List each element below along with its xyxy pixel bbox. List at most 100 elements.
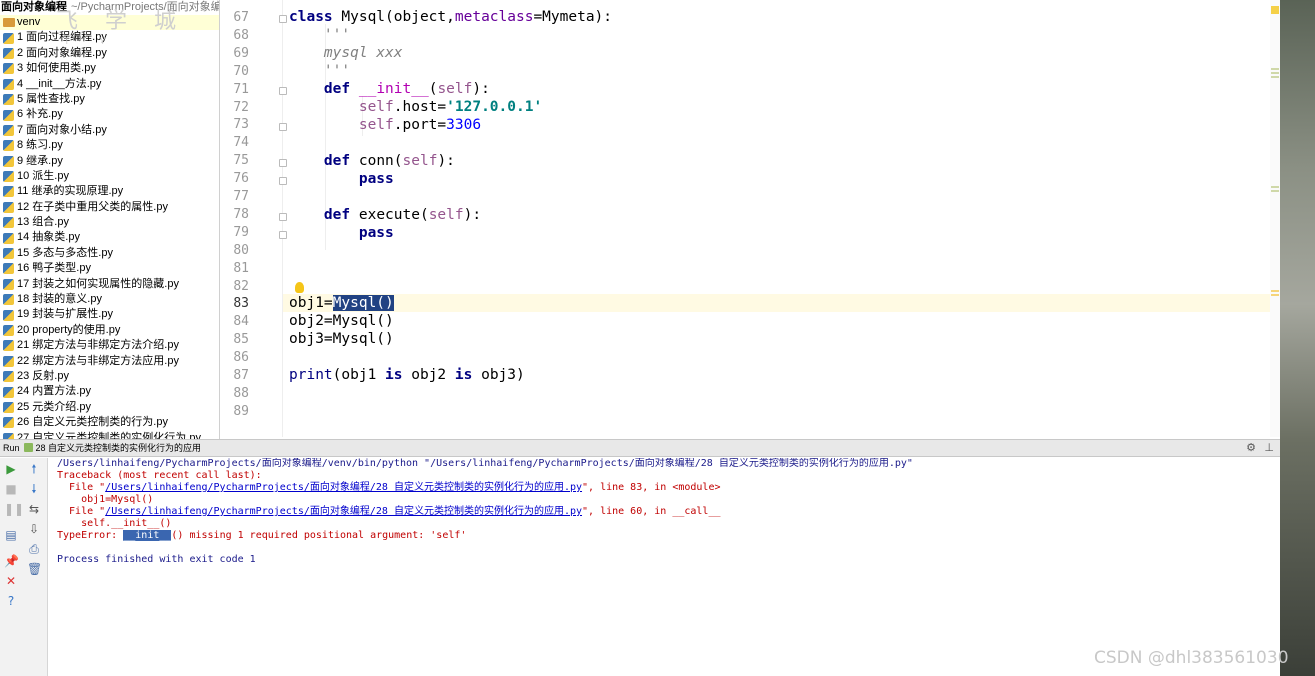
error-stripe-mark[interactable] (1271, 68, 1279, 70)
up-arrow-icon[interactable]: 🠕 (27, 462, 41, 476)
python-file-icon (3, 201, 14, 213)
tree-file-item[interactable]: 26 自定义元类控制类的行为.py (0, 415, 219, 430)
error-stripe-mark[interactable] (1271, 72, 1279, 74)
line-number: 68 (233, 27, 249, 43)
tree-file-item[interactable]: 21 绑定方法与非绑定方法介绍.py (0, 338, 219, 353)
code-line-68[interactable]: ''' (289, 27, 350, 43)
python-file-icon (3, 232, 14, 244)
project-header[interactable]: 面向对象编程 ~/PycharmProjects/面向对象编 (0, 0, 219, 15)
inspection-status-icon[interactable] (1271, 6, 1279, 14)
traceback-file-link[interactable]: /Users/linhaifeng/PycharmProjects/面向对象编程… (105, 482, 582, 493)
csdn-watermark: CSDN @dhl383561030 (1094, 648, 1289, 668)
tree-file-item[interactable]: 19 封装与扩展性.py (0, 307, 219, 322)
error-stripe-mark[interactable] (1271, 186, 1279, 188)
tree-item-label: 12 在子类中重用父类的属性.py (17, 200, 168, 213)
tree-file-item[interactable]: 15 多态与多态性.py (0, 246, 219, 261)
code-line-75[interactable]: def conn(self): (289, 153, 455, 169)
code-line-83[interactable]: obj1=Mysql() (289, 295, 394, 311)
tree-file-item[interactable]: 20 property的使用.py (0, 323, 219, 338)
error-stripe-mark[interactable] (1271, 290, 1279, 292)
fold-marker-icon[interactable] (279, 123, 287, 131)
tree-file-item[interactable]: 5 属性查找.py (0, 92, 219, 107)
lightbulb-icon[interactable] (295, 282, 304, 293)
tree-file-item[interactable]: 12 在子类中重用父类的属性.py (0, 200, 219, 215)
code-line-70[interactable]: ''' (289, 63, 350, 79)
stop-icon[interactable]: ■ (4, 482, 18, 496)
code-line-76[interactable]: pass (289, 171, 394, 187)
help-icon[interactable]: ? (4, 594, 18, 608)
tree-file-item[interactable]: 25 元类介绍.py (0, 400, 219, 415)
tree-file-item[interactable]: 18 封装的意义.py (0, 292, 219, 307)
code-line-85[interactable]: obj3=Mysql() (289, 331, 394, 347)
tree-file-item[interactable]: 14 抽象类.py (0, 230, 219, 245)
editor-scrollbar[interactable] (1270, 0, 1280, 437)
soft-wrap-icon[interactable]: ⇆ (27, 502, 41, 516)
highlighted-word: __init__ (123, 530, 172, 541)
pin-icon[interactable]: 📌 (4, 554, 19, 568)
code-line-71[interactable]: def __init__(self): (289, 81, 490, 97)
fold-marker-icon[interactable] (279, 177, 287, 185)
tree-file-item[interactable]: 6 补充.py (0, 107, 219, 122)
gear-icon[interactable]: ⚙ (1246, 440, 1256, 457)
code-line-84[interactable]: obj2=Mysql() (289, 313, 394, 329)
fold-marker-icon[interactable] (279, 15, 287, 23)
code-line-67[interactable]: class Mysql(object,metaclass=Mymeta): (289, 9, 612, 25)
tree-file-item[interactable]: 9 继承.py (0, 154, 219, 169)
python-file-icon (3, 325, 14, 336)
tree-file-item[interactable]: 3 如何使用类.py (0, 61, 219, 76)
code-line-73[interactable]: self.port=3306 (289, 117, 481, 133)
tree-item-label: 11 继承的实现原理.py (17, 185, 124, 198)
tree-file-item[interactable]: 11 继承的实现原理.py (0, 184, 219, 199)
tree-file-item[interactable]: 13 组合.py (0, 215, 219, 230)
scroll-to-end-icon[interactable]: ⇩ (27, 522, 41, 536)
tree-folder-venv[interactable]: venv (0, 15, 219, 31)
code-line-79[interactable]: pass (289, 225, 394, 241)
down-arrow-icon[interactable]: 🠗 (27, 482, 41, 496)
tree-file-item[interactable]: 1 面向过程编程.py (0, 30, 219, 45)
fold-marker-icon[interactable] (279, 159, 287, 167)
tree-file-item[interactable]: 22 绑定方法与非绑定方法应用.py (0, 354, 219, 369)
run-console-output[interactable]: /Users/linhaifeng/PycharmProjects/面向对象编程… (49, 458, 1280, 676)
close-icon[interactable]: ✕ (4, 574, 18, 588)
tree-item-label: 18 封装的意义.py (17, 293, 102, 306)
fold-marker-icon[interactable] (279, 213, 287, 221)
tree-file-item[interactable]: 2 面向对象编程.py (0, 46, 219, 61)
rerun-icon[interactable]: ▶ (4, 462, 18, 476)
tree-file-item[interactable]: 7 面向对象小结.py (0, 123, 219, 138)
line-number: 82 (233, 278, 249, 294)
tree-file-item[interactable]: 24 内置方法.py (0, 384, 219, 399)
run-tool-window-header[interactable]: Run 28 自定义元类控制类的实例化行为的应用 ⚙ ⊥ (0, 439, 1280, 457)
code-line-78[interactable]: def execute(self): (289, 207, 481, 223)
error-stripe-mark[interactable] (1271, 190, 1279, 192)
code-line-87[interactable]: print(obj1 is obj2 is obj3) (289, 367, 525, 383)
traceback-file-link[interactable]: /Users/linhaifeng/PycharmProjects/面向对象编程… (105, 506, 582, 517)
line-number: 86 (233, 350, 249, 366)
python-file-icon (3, 355, 14, 367)
clear-trash-icon[interactable]: 🗑 (27, 562, 42, 576)
fold-marker-icon[interactable] (279, 231, 287, 239)
tree-file-item[interactable]: 4 __init__方法.py (0, 77, 219, 92)
tree-file-item[interactable]: 16 鸭子类型.py (0, 261, 219, 276)
console-command-line: /Users/linhaifeng/PycharmProjects/面向对象编程… (57, 458, 913, 469)
tree-file-item[interactable]: 10 派生.py (0, 169, 219, 184)
tree-item-label: 20 property的使用.py (17, 323, 121, 336)
tree-file-item[interactable]: 17 封装之如何实现属性的隐藏.py (0, 277, 219, 292)
tree-file-item[interactable]: 8 练习.py (0, 138, 219, 153)
run-tab-label[interactable]: Run (3, 443, 20, 453)
hide-panel-icon[interactable]: ⊥ (1264, 440, 1274, 457)
tree-file-item[interactable]: 27 自定义元类控制类的实例化行为.py (0, 431, 219, 439)
error-stripe-mark[interactable] (1271, 76, 1279, 78)
pause-icon[interactable]: ❚❚ (4, 502, 24, 516)
fold-marker-icon[interactable] (279, 87, 287, 95)
tree-file-item[interactable]: 23 反射.py (0, 369, 219, 384)
code-line-69[interactable]: mysql xxx (289, 45, 403, 61)
line-number: 80 (233, 242, 249, 258)
print-icon[interactable]: ⎙ (27, 542, 41, 556)
code-editor[interactable]: 67 68 69 70 71 72 73 74 75 76 77 78 79 80 81 82 83 84 85 86… (221, 0, 1280, 437)
tree-item-label: 23 反射.py (17, 369, 69, 382)
line-number: 75 (233, 153, 249, 169)
run-config-name[interactable]: 28 自定义元类控制类的实例化行为的应用 (36, 443, 202, 453)
layout-icon[interactable]: ▤ (4, 528, 18, 542)
code-line-72[interactable]: self.host='127.0.0.1' (289, 99, 542, 115)
error-stripe-mark[interactable] (1271, 294, 1279, 296)
